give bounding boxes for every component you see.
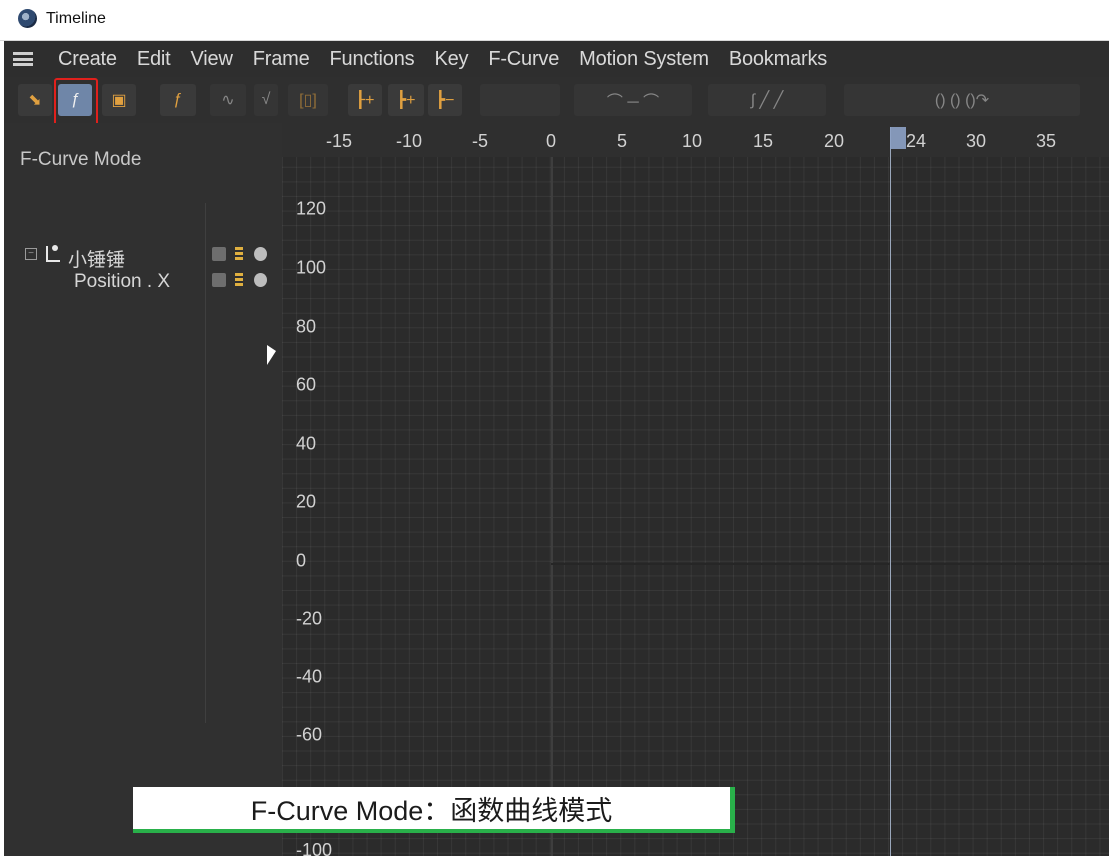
object-label: 小锤锤 xyxy=(68,250,126,271)
track-color-icon[interactable] xyxy=(235,273,243,287)
interpolation-buttons[interactable]: ⌒ ─ ⌒ xyxy=(574,84,692,116)
x-tick: -10 xyxy=(395,131,423,151)
current-frame-label: 24 xyxy=(906,131,927,151)
y-tick: 0 xyxy=(296,550,307,571)
x-tick: 30 xyxy=(965,131,987,151)
y-tick: 80 xyxy=(296,316,317,337)
menu-bookmarks[interactable]: Bookmarks xyxy=(719,48,837,71)
y-tick: 100 xyxy=(296,257,327,278)
curve-tangent-button[interactable]: √ xyxy=(254,84,278,116)
mode-label: F-Curve Mode xyxy=(20,149,142,170)
y-tick: -100 xyxy=(296,840,333,860)
playhead-line xyxy=(890,127,891,856)
key-mode-icon: ⬊ xyxy=(28,92,42,109)
menu-f-curve[interactable]: F-Curve xyxy=(478,48,569,71)
object-icon xyxy=(46,245,60,262)
menu-bar: Create Edit View Frame Functions Key F-C… xyxy=(4,41,1109,77)
record-dot-icon[interactable] xyxy=(254,247,267,261)
mouse-cursor-icon xyxy=(267,345,276,365)
track-row-position-x[interactable]: Position . X xyxy=(4,269,282,295)
x-tick: 10 xyxy=(681,131,703,151)
tangent-mode-icon: () () ()↷ xyxy=(934,92,990,109)
hamburger-menu-icon[interactable] xyxy=(13,52,33,66)
toolbar: ⬊ ƒ ▣ ƒ ∿ √ [▯] ┠+ ┣+ ┣− ⌒ ─ ⌒ ∫ ╱ ╱ () … xyxy=(4,77,1109,123)
key-value-buttons[interactable] xyxy=(480,84,560,116)
x-tick: 15 xyxy=(752,131,774,151)
y-tick: -20 xyxy=(296,608,323,629)
x-tick: 0 xyxy=(545,131,557,151)
frame-selected-button[interactable]: [▯] xyxy=(288,84,328,116)
add-keys-button[interactable]: ┣+ xyxy=(388,84,424,116)
pencil-icon[interactable] xyxy=(212,247,226,261)
y-tick: 20 xyxy=(296,491,317,512)
f-curve-graph[interactable] xyxy=(282,123,1109,856)
window-titlebar: Timeline xyxy=(0,0,1109,41)
track-panel: F-Curve Mode − 小锤锤 Position . X xyxy=(4,123,282,856)
menu-motion-system[interactable]: Motion System xyxy=(569,48,719,71)
record-dot-icon[interactable] xyxy=(254,273,267,287)
cinema4d-icon xyxy=(18,9,37,28)
subtitle-caption: F-Curve Mode：函数曲线模式 xyxy=(133,787,735,833)
menu-functions[interactable]: Functions xyxy=(320,48,425,71)
ease-buttons[interactable]: ∫ ╱ ╱ xyxy=(708,84,826,116)
menu-key[interactable]: Key xyxy=(424,48,478,71)
x-tick: -15 xyxy=(325,131,353,151)
track-label: Position . X xyxy=(74,271,171,292)
add-key-icon: ┠+ xyxy=(355,92,375,109)
y-tick: 60 xyxy=(296,374,317,395)
tangent-icon: √ xyxy=(261,91,271,108)
y-tick: -40 xyxy=(296,666,323,687)
x-tick: 20 xyxy=(823,131,845,151)
timeline-window: Create Edit View Frame Functions Key F-C… xyxy=(4,41,1109,856)
track-row-object[interactable]: − 小锤锤 xyxy=(4,243,282,271)
frame-zero-line xyxy=(551,157,553,856)
curve-view-button[interactable]: ∿ xyxy=(210,84,246,116)
frame-ruler[interactable]: -15 -10 -5 0 5 10 15 20 30 35 xyxy=(282,123,1109,157)
interpolation-icon: ⌒ ─ ⌒ xyxy=(606,94,660,111)
menu-edit[interactable]: Edit xyxy=(127,48,181,71)
delete-keys-button[interactable]: ┣− xyxy=(428,84,462,116)
tangent-mode-buttons[interactable]: () () ()↷ xyxy=(844,84,1080,116)
playhead-handle[interactable] xyxy=(890,127,906,149)
value-zero-line xyxy=(551,563,1109,565)
y-tick: 40 xyxy=(296,433,317,454)
x-tick: 35 xyxy=(1035,131,1057,151)
y-tick: 120 xyxy=(296,198,327,219)
dope-sheet-icon: ▣ xyxy=(111,92,127,109)
menu-frame[interactable]: Frame xyxy=(243,48,320,71)
menu-view[interactable]: View xyxy=(181,48,243,71)
y-tick: -60 xyxy=(296,724,323,745)
add-key-button[interactable]: ┠+ xyxy=(348,84,382,116)
menu-create[interactable]: Create xyxy=(48,48,127,71)
key-mode-button[interactable]: ⬊ xyxy=(18,84,52,116)
pencil-icon[interactable] xyxy=(212,273,226,287)
dope-sheet-button[interactable]: ▣ xyxy=(102,84,136,116)
x-tick: -5 xyxy=(471,131,489,151)
show-function-button[interactable]: ƒ xyxy=(160,84,196,116)
window-title: Timeline xyxy=(46,10,106,27)
x-tick: 5 xyxy=(616,131,628,151)
add-keys-icon: ┣+ xyxy=(396,92,416,109)
function-eye-icon: ƒ xyxy=(173,91,183,108)
curve-view-icon: ∿ xyxy=(221,92,235,109)
delete-keys-icon: ┣− xyxy=(435,92,455,109)
track-color-icon[interactable] xyxy=(235,247,243,261)
ease-icon: ∫ ╱ ╱ xyxy=(750,92,784,109)
frame-selected-icon: [▯] xyxy=(299,92,317,109)
collapse-icon[interactable]: − xyxy=(25,248,37,260)
